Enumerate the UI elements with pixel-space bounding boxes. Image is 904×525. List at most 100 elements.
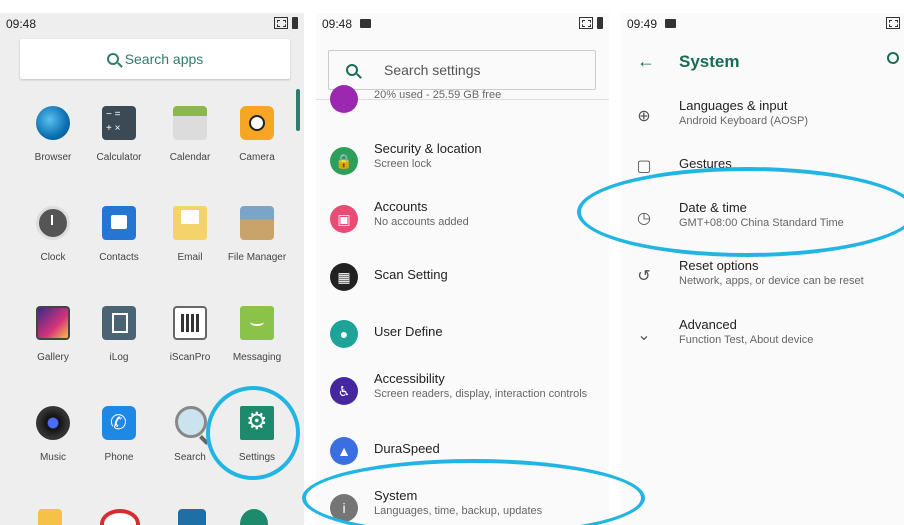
app-email[interactable]: Email <box>157 206 223 263</box>
app-label: Camera <box>239 152 275 163</box>
settings-item-subtitle: No accounts added <box>374 216 469 228</box>
notification-image-icon <box>665 19 676 28</box>
app-label: Contacts <box>99 252 139 263</box>
gestures-icon: ▢ <box>636 158 652 175</box>
gallery-icon <box>36 306 70 340</box>
settings-item-subtitle: Screen readers, display, interaction con… <box>374 388 588 400</box>
qr-scan-icon: ▦ <box>330 263 358 291</box>
settings-item[interactable]: ▦ Scan Setting <box>316 257 609 309</box>
search-app-icon <box>173 406 207 440</box>
settings-item[interactable]: ● User Define <box>316 314 609 366</box>
system-item[interactable]: ⊕ Languages & input Android Keyboard (AOSP… <box>621 98 904 148</box>
phone-icon <box>102 406 136 440</box>
system-item[interactable]: ⌄ Advanced Function Test, About device <box>621 317 904 367</box>
music-icon <box>36 406 70 440</box>
account-icon: ▣ <box>330 205 358 233</box>
app-label: Phone <box>104 452 134 463</box>
status-bar: 09:48 <box>0 13 304 37</box>
settings-item-subtitle: Screen lock <box>374 158 432 170</box>
app-label: Email <box>177 252 203 263</box>
app-browser[interactable]: Browser <box>20 106 86 163</box>
clock-icon <box>36 206 70 240</box>
app-label: Clock <box>40 252 66 263</box>
status-time: 09:48 <box>322 17 353 31</box>
app-label: Browser <box>34 152 72 163</box>
app-contacts[interactable]: Contacts <box>86 206 152 263</box>
app-label: File Manager <box>227 252 287 263</box>
reset-icon: ↺ <box>637 268 651 285</box>
app-clock[interactable]: Clock <box>20 206 86 263</box>
search-icon[interactable] <box>887 52 899 64</box>
system-screen: 09:49 ← System ⊕ Languages & input Android… <box>621 13 904 525</box>
settings-item-title: Accessibility <box>374 371 445 386</box>
browser-icon <box>36 106 70 140</box>
accessibility-icon: ♿ <box>330 377 358 405</box>
highlight-circle <box>206 386 300 480</box>
app-label: Music <box>39 452 67 463</box>
toolbar: ← System <box>621 41 904 81</box>
settings-item[interactable]: ▣ Accounts No accounts added <box>316 199 609 251</box>
app-phone[interactable]: Phone <box>86 406 152 463</box>
system-item-title: Reset options <box>679 258 759 273</box>
calendar-icon <box>173 106 207 140</box>
settings-item[interactable]: 20% used - 25.59 GB free <box>316 85 609 137</box>
globe-icon: ⊕ <box>637 108 651 125</box>
camera-icon <box>240 106 274 140</box>
duraspeed-icon: ▲ <box>330 437 358 465</box>
settings-item-title: Accounts <box>374 199 428 214</box>
search-apps-bar[interactable]: Search apps <box>20 39 290 79</box>
app-music[interactable]: Music <box>20 406 86 463</box>
status-bar: 09:48 <box>316 13 609 37</box>
app-drawer-screen: 09:48 Search apps Browser Calculator Calen… <box>0 13 304 525</box>
system-item[interactable]: ↺ Reset options Network, apps, or device c… <box>621 258 904 308</box>
app-iscanpro[interactable]: iScanPro <box>157 306 223 363</box>
settings-item-subtitle: 20% used - 25.59 GB free <box>374 89 502 101</box>
search-settings-field[interactable]: Search settings <box>328 50 596 90</box>
app-calendar[interactable]: Calendar <box>157 106 223 163</box>
battery-icon <box>292 17 298 29</box>
settings-screen: 09:48 Search settings 20% used - 25.59 G… <box>316 13 609 525</box>
ilog-icon <box>102 306 136 340</box>
app-gallery[interactable]: Gallery <box>20 306 86 363</box>
settings-item[interactable]: ♿ Accessibility Screen readers, display, i… <box>316 371 609 423</box>
system-item-subtitle: Network, apps, or device can be reset <box>679 275 864 287</box>
messaging-icon <box>240 306 274 340</box>
app-label: Calendar <box>169 152 211 163</box>
app-calculator[interactable]: Calculator <box>86 106 152 163</box>
partial-app-icon[interactable] <box>178 509 206 525</box>
app-messaging[interactable]: Messaging <box>224 306 290 363</box>
page-title: System <box>679 52 740 71</box>
back-arrow-icon[interactable]: ← <box>637 51 655 72</box>
app-file-manager[interactable]: File Manager <box>224 206 290 263</box>
scrollbar-thumb[interactable] <box>296 89 300 131</box>
status-time: 09:48 <box>6 17 37 31</box>
status-time: 09:49 <box>627 17 658 31</box>
partial-app-icon[interactable] <box>240 509 268 525</box>
lock-icon: 🔒 <box>330 147 358 175</box>
app-label: iLog <box>109 352 129 363</box>
app-label: iScanPro <box>169 352 211 363</box>
app-camera[interactable]: Camera <box>224 106 290 163</box>
system-item-title: Languages & input <box>679 98 788 113</box>
sim-icon <box>274 17 288 29</box>
sim-icon <box>579 17 593 29</box>
file-manager-icon <box>240 206 274 240</box>
settings-item-title: Security & location <box>374 141 482 156</box>
calculator-icon <box>102 106 136 140</box>
highlight-oval <box>577 167 904 257</box>
settings-item-title: DuraSpeed <box>374 441 440 456</box>
contacts-icon <box>102 206 136 240</box>
sim-icon <box>886 17 900 29</box>
search-apps-label: Search apps <box>124 51 204 67</box>
system-item-title: Advanced <box>679 317 737 332</box>
partial-app-icon[interactable] <box>100 509 140 525</box>
status-bar: 09:49 <box>621 13 904 37</box>
app-ilog[interactable]: iLog <box>86 306 152 363</box>
chevron-down-icon: ⌄ <box>637 327 651 344</box>
search-settings-placeholder: Search settings <box>384 62 481 78</box>
notification-image-icon <box>360 19 371 28</box>
user-define-icon: ● <box>330 320 358 348</box>
storage-icon <box>330 85 358 113</box>
settings-item[interactable]: 🔒 Security & location Screen lock <box>316 141 609 193</box>
partial-app-icon[interactable] <box>38 509 62 525</box>
